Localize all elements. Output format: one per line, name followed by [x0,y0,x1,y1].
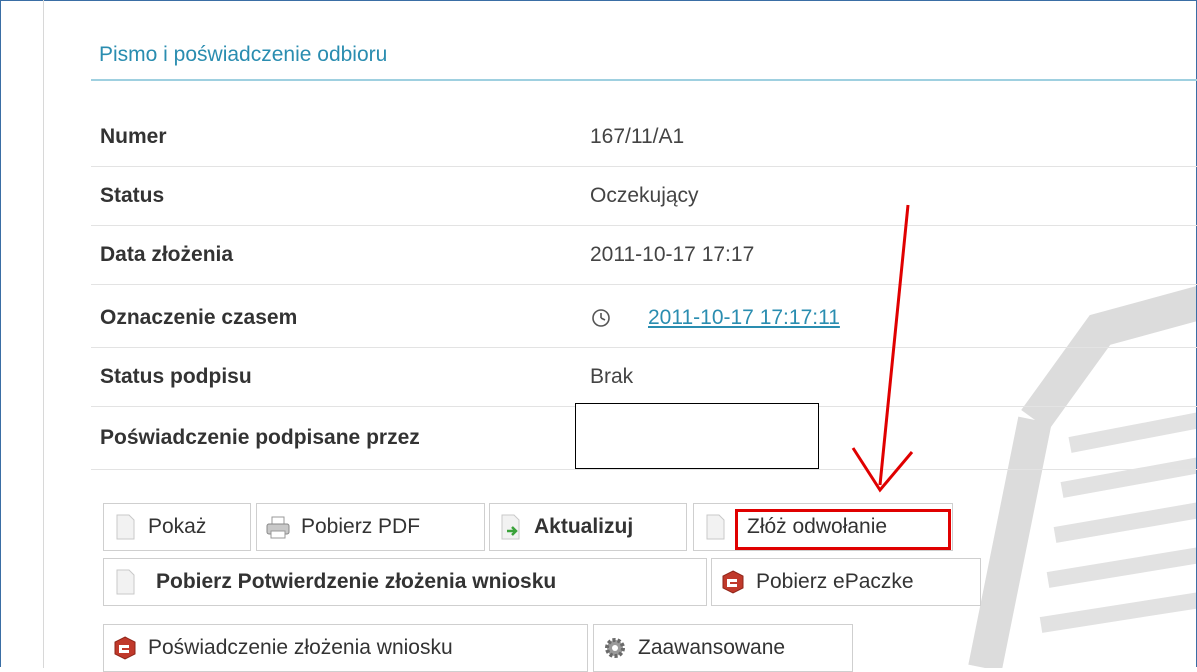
annotation-arrow [851,204,914,493]
